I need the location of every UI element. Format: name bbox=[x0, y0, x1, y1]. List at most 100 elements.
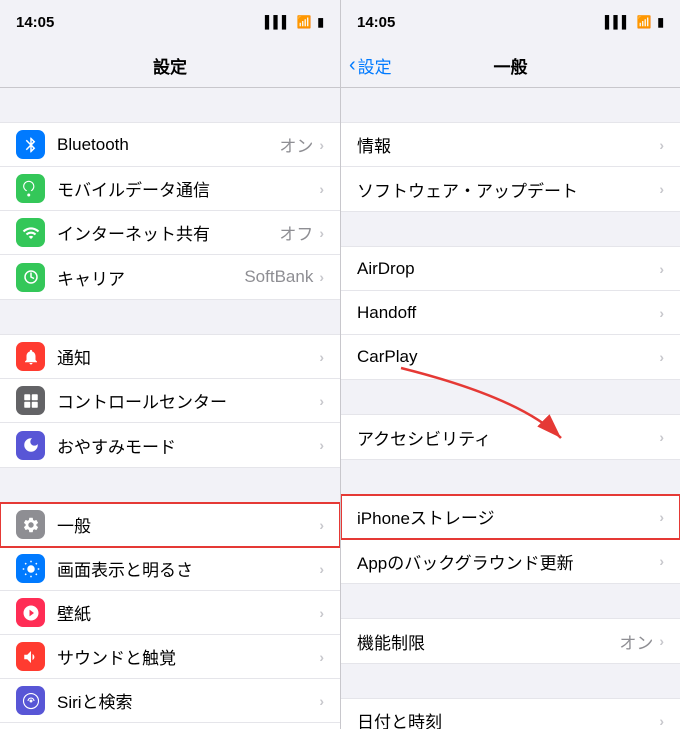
dnd-label: おやすみモード bbox=[57, 433, 319, 458]
mobile-label: モバイルデータ通信 bbox=[57, 176, 319, 201]
notification-chevron: › bbox=[319, 349, 324, 365]
hotspot-chevron: › bbox=[319, 225, 324, 241]
general-icon bbox=[16, 510, 45, 539]
sound-label: サウンドと触覚 bbox=[57, 644, 319, 669]
airdrop-label: AirDrop bbox=[357, 259, 659, 279]
left-nav-bar: 設定 bbox=[0, 44, 340, 88]
section-system: 通知 › コントロールセンター › おやすみモード › bbox=[0, 334, 340, 468]
handoff-chevron: › bbox=[659, 305, 664, 321]
software-label: ソフトウェア・アップデート bbox=[357, 177, 659, 202]
item-display[interactable]: 画面表示と明るさ › bbox=[0, 547, 340, 591]
right-status-bar: 14:05 ▌▌▌ 📶 ▮ bbox=[341, 0, 680, 44]
item-carrier[interactable]: キャリア SoftBank › bbox=[0, 255, 340, 299]
siri-label: Siriと検索 bbox=[57, 688, 319, 713]
hotspot-icon bbox=[16, 218, 45, 247]
item-notification[interactable]: 通知 › bbox=[0, 335, 340, 379]
right-nav-bar: ‹ 設定 一般 bbox=[341, 44, 680, 88]
wifi-icon: 📶 bbox=[296, 15, 311, 29]
general-chevron: › bbox=[319, 517, 324, 533]
sound-chevron: › bbox=[319, 649, 324, 665]
airdrop-chevron: › bbox=[659, 261, 664, 277]
display-chevron: › bbox=[319, 561, 324, 577]
r-battery-icon: ▮ bbox=[657, 15, 664, 29]
r-section-4: iPhoneストレージ › Appのバックグラウンド更新 › bbox=[341, 494, 680, 584]
restrictions-chevron: › bbox=[659, 633, 664, 649]
gap1 bbox=[0, 88, 340, 122]
back-button[interactable]: ‹ 設定 bbox=[349, 53, 392, 78]
right-nav-title: 一般 bbox=[494, 53, 528, 78]
iphone-storage-chevron: › bbox=[659, 509, 664, 525]
handoff-label: Handoff bbox=[357, 303, 659, 323]
item-carplay[interactable]: CarPlay › bbox=[341, 335, 680, 379]
r-gap2 bbox=[341, 212, 680, 246]
left-screen: 14:05 ▌▌▌ 📶 ▮ 設定 Bluetooth オン › bbox=[0, 0, 340, 729]
hotspot-value: オフ bbox=[279, 220, 313, 245]
mobile-chevron: › bbox=[319, 181, 324, 197]
item-airdrop[interactable]: AirDrop › bbox=[341, 247, 680, 291]
r-gap6 bbox=[341, 664, 680, 698]
item-mobile[interactable]: モバイルデータ通信 › bbox=[0, 167, 340, 211]
item-dnd[interactable]: おやすみモード › bbox=[0, 423, 340, 467]
mobile-icon bbox=[16, 174, 45, 203]
right-time: 14:05 bbox=[357, 14, 395, 31]
r-section-3: アクセシビリティ › bbox=[341, 414, 680, 460]
right-content: 情報 › ソフトウェア・アップデート › AirDrop › Handoff ›… bbox=[341, 88, 680, 729]
wallpaper-label: 壁紙 bbox=[57, 600, 319, 625]
back-label: 設定 bbox=[358, 53, 392, 78]
section-general: 一般 › 画面表示と明るさ › 壁紙 › サウ bbox=[0, 502, 340, 729]
datetime-label: 日付と時刻 bbox=[357, 708, 659, 729]
notification-label: 通知 bbox=[57, 344, 319, 369]
r-section-5: 機能制限 オン › bbox=[341, 618, 680, 664]
item-general[interactable]: 一般 › bbox=[0, 503, 340, 547]
left-status-bar: 14:05 ▌▌▌ 📶 ▮ bbox=[0, 0, 340, 44]
gap2 bbox=[0, 300, 340, 334]
item-datetime[interactable]: 日付と時刻 › bbox=[341, 699, 680, 729]
left-time: 14:05 bbox=[16, 14, 54, 31]
siri-chevron: › bbox=[319, 693, 324, 709]
item-info[interactable]: 情報 › bbox=[341, 123, 680, 167]
item-software[interactable]: ソフトウェア・アップデート › bbox=[341, 167, 680, 211]
app-refresh-chevron: › bbox=[659, 553, 664, 569]
accessibility-label: アクセシビリティ bbox=[357, 425, 659, 450]
restrictions-value: オン bbox=[619, 629, 653, 654]
r-gap1 bbox=[341, 88, 680, 122]
item-hotspot[interactable]: インターネット共有 オフ › bbox=[0, 211, 340, 255]
back-chevron-icon: ‹ bbox=[349, 54, 356, 77]
app-refresh-label: Appのバックグラウンド更新 bbox=[357, 549, 659, 574]
left-status-icons: ▌▌▌ 📶 ▮ bbox=[265, 15, 324, 29]
r-gap4 bbox=[341, 460, 680, 494]
restrictions-label: 機能制限 bbox=[357, 629, 619, 654]
control-chevron: › bbox=[319, 393, 324, 409]
wallpaper-chevron: › bbox=[319, 605, 324, 621]
item-control-center[interactable]: コントロールセンター › bbox=[0, 379, 340, 423]
carrier-label: キャリア bbox=[57, 265, 244, 290]
item-wallpaper[interactable]: 壁紙 › bbox=[0, 591, 340, 635]
item-app-refresh[interactable]: Appのバックグラウンド更新 › bbox=[341, 539, 680, 583]
notification-icon bbox=[16, 342, 45, 371]
control-label: コントロールセンター bbox=[57, 388, 319, 413]
info-chevron: › bbox=[659, 137, 664, 153]
item-siri[interactable]: Siriと検索 › bbox=[0, 679, 340, 723]
carrier-value: SoftBank bbox=[244, 267, 313, 287]
general-label: 一般 bbox=[57, 512, 319, 537]
bluetooth-label: Bluetooth bbox=[57, 135, 279, 155]
item-sound[interactable]: サウンドと触覚 › bbox=[0, 635, 340, 679]
r-wifi-icon: 📶 bbox=[636, 15, 651, 29]
datetime-chevron: › bbox=[659, 713, 664, 729]
battery-icon: ▮ bbox=[317, 15, 324, 29]
item-bluetooth[interactable]: Bluetooth オン › bbox=[0, 123, 340, 167]
item-accessibility[interactable]: アクセシビリティ › bbox=[341, 415, 680, 459]
item-iphone-storage[interactable]: iPhoneストレージ › bbox=[341, 495, 680, 539]
item-handoff[interactable]: Handoff › bbox=[341, 291, 680, 335]
signal-icon: ▌▌▌ bbox=[265, 15, 291, 29]
display-label: 画面表示と明るさ bbox=[57, 556, 319, 581]
item-restrictions[interactable]: 機能制限 オン › bbox=[341, 619, 680, 663]
carrier-chevron: › bbox=[319, 269, 324, 285]
right-screen: 14:05 ▌▌▌ 📶 ▮ ‹ 設定 一般 情報 › ソフトウェア・アップデート… bbox=[340, 0, 680, 729]
item-faceid[interactable]: Face IDとパスコード › bbox=[0, 723, 340, 729]
left-content: Bluetooth オン › モバイルデータ通信 › インターネット共有 オフ … bbox=[0, 88, 340, 729]
sound-icon bbox=[16, 642, 45, 671]
dnd-icon bbox=[16, 431, 45, 460]
bluetooth-chevron: › bbox=[319, 137, 324, 153]
control-center-icon bbox=[16, 386, 45, 415]
